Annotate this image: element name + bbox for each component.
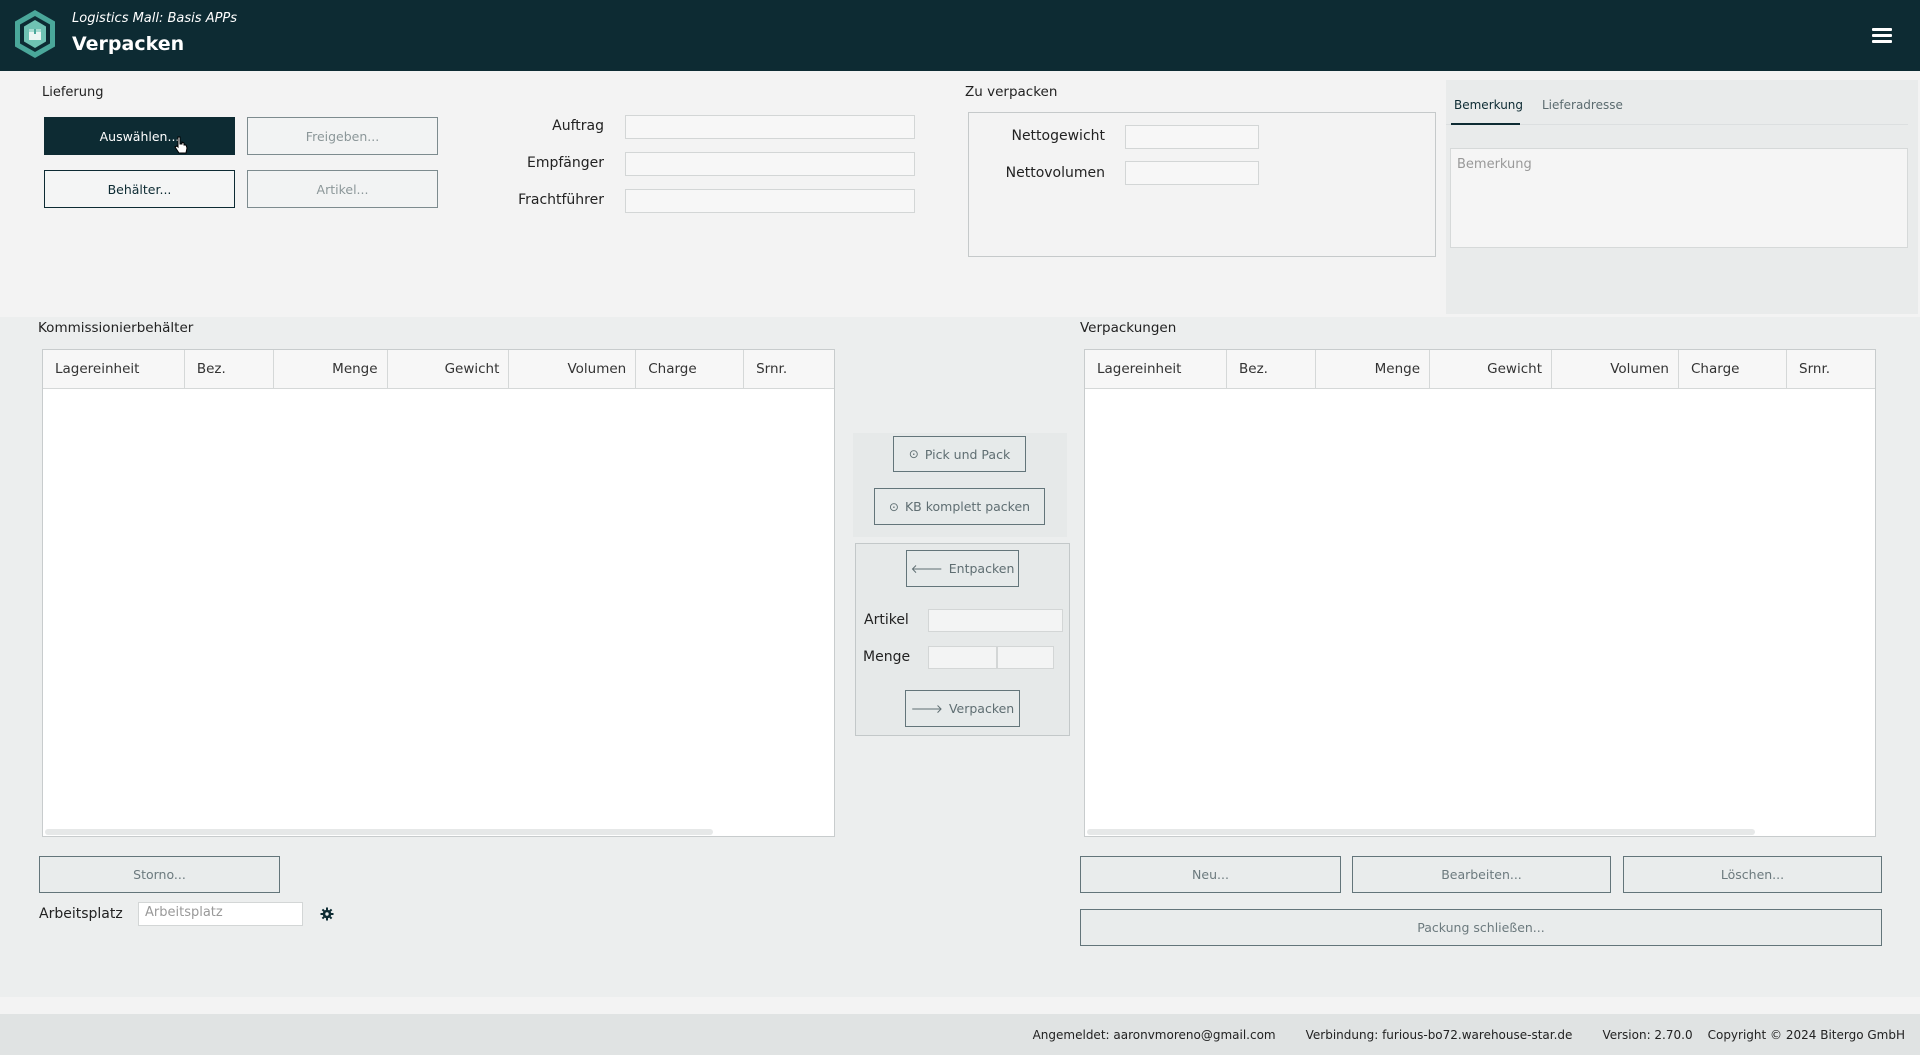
gear-icon[interactable] — [319, 906, 335, 922]
column-header-srnr[interactable]: Srnr. — [744, 350, 834, 388]
bemerkung-textarea[interactable]: Bemerkung — [1450, 148, 1908, 248]
freigeben-button[interactable]: Freigeben... — [247, 117, 438, 155]
app-header — [0, 0, 1920, 71]
kommissionierbehaelter-label: Kommissionierbehälter — [38, 320, 194, 336]
verpackungen-table[interactable]: Lagereinheit Bez. Menge Gewicht Volumen … — [1084, 349, 1876, 837]
neu-button[interactable]: Neu... — [1080, 856, 1341, 893]
frachtfuehrer-label: Frachtführer — [518, 192, 604, 208]
copyright: Copyright © 2024 Bitergo GmbH — [1707, 1027, 1905, 1042]
entpacken-label: Entpacken — [948, 561, 1015, 576]
verpacken-button[interactable]: 🡒 Verpacken — [905, 690, 1020, 727]
pick-und-pack-button[interactable]: ⊙ Pick und Pack — [893, 436, 1026, 472]
empfaenger-field[interactable] — [625, 152, 915, 176]
table-header: Lagereinheit Bez. Menge Gewicht Volumen … — [43, 350, 834, 389]
column-header-volumen[interactable]: Volumen — [509, 350, 637, 388]
tab-lieferadresse[interactable]: Lieferadresse — [1542, 98, 1623, 112]
mid-menge-unit-field[interactable] — [997, 646, 1054, 669]
column-header-volumen[interactable]: Volumen — [1552, 350, 1679, 388]
lieferung-label: Lieferung — [42, 85, 104, 100]
bearbeiten-button[interactable]: Bearbeiten... — [1352, 856, 1611, 893]
column-header-bez[interactable]: Bez. — [1227, 350, 1316, 388]
loeschen-button[interactable]: Löschen... — [1623, 856, 1882, 893]
tab-bemerkung[interactable]: Bemerkung — [1454, 98, 1523, 112]
kb-komplett-packen-label: KB komplett packen — [904, 499, 1031, 514]
storno-button[interactable]: Storno... — [39, 856, 280, 893]
verpacken-label: Verpacken — [948, 701, 1015, 716]
mid-artikel-field[interactable] — [928, 609, 1063, 632]
empfaenger-label: Empfänger — [526, 155, 604, 171]
arrow-left-icon: 🡐 — [910, 562, 943, 576]
version-info: Version: 2.70.0 — [1602, 1027, 1693, 1042]
logged-in-user: Angemeldet: aaronvmoreno@gmail.com — [1032, 1027, 1276, 1042]
kommissionierbehaelter-table[interactable]: Lagereinheit Bez. Menge Gewicht Volumen … — [42, 349, 835, 837]
column-header-charge[interactable]: Charge — [636, 350, 745, 388]
column-header-gewicht[interactable]: Gewicht — [388, 350, 510, 388]
horizontal-scrollbar[interactable] — [1087, 829, 1755, 835]
hamburger-menu-icon[interactable] — [1870, 25, 1894, 47]
auftrag-label: Auftrag — [552, 118, 604, 134]
arbeitsplatz-field[interactable]: Arbeitsplatz — [138, 902, 303, 926]
mid-menge-field[interactable] — [928, 646, 997, 669]
column-header-gewicht[interactable]: Gewicht — [1430, 350, 1552, 388]
column-header-menge[interactable]: Menge — [274, 350, 388, 388]
zu-verpacken-label: Zu verpacken — [965, 84, 1058, 100]
column-header-lagereinheit[interactable]: Lagereinheit — [43, 350, 185, 388]
column-header-menge[interactable]: Menge — [1316, 350, 1430, 388]
mid-artikel-label: Artikel — [864, 612, 909, 628]
circle-arrow-icon: ⊙ — [908, 447, 919, 461]
box-hexagon-icon — [13, 9, 57, 59]
mid-menge-label: Menge — [863, 649, 911, 665]
connection-info: Verbindung: furious-bo72.warehouse-star.… — [1305, 1027, 1573, 1042]
pick-und-pack-label: Pick und Pack — [924, 446, 1011, 462]
status-bar: Angemeldet: aaronvmoreno@gmail.com Verbi… — [0, 1014, 1920, 1055]
nettovolumen-field[interactable] — [1125, 161, 1259, 185]
auftrag-field[interactable] — [625, 115, 915, 139]
column-header-lagereinheit[interactable]: Lagereinheit — [1085, 350, 1227, 388]
active-tab-indicator — [1451, 123, 1520, 125]
nettogewicht-field[interactable] — [1125, 125, 1259, 149]
kb-komplett-packen-button[interactable]: ⊙ KB komplett packen — [874, 488, 1045, 525]
arbeitsplatz-label: Arbeitsplatz — [39, 906, 123, 922]
artikel-button[interactable]: Artikel... — [247, 170, 438, 208]
circle-arrow-icon: ⊙ — [888, 499, 899, 514]
verpackungen-label: Verpackungen — [1080, 320, 1177, 336]
auswaehlen-button[interactable]: Auswählen... — [44, 117, 235, 155]
entpacken-button[interactable]: 🡐 Entpacken — [906, 550, 1019, 587]
behaelter-button[interactable]: Behälter... — [44, 170, 235, 208]
nettogewicht-label: Nettogewicht — [1011, 128, 1105, 144]
nettovolumen-label: Nettovolumen — [1005, 165, 1105, 181]
table-header: Lagereinheit Bez. Menge Gewicht Volumen … — [1085, 350, 1875, 389]
arrow-right-icon: 🡒 — [910, 702, 943, 716]
horizontal-scrollbar[interactable] — [45, 829, 713, 835]
column-header-srnr[interactable]: Srnr. — [1787, 350, 1875, 388]
packung-schliessen-button[interactable]: Packung schließen... — [1080, 909, 1882, 946]
column-header-charge[interactable]: Charge — [1679, 350, 1787, 388]
column-header-bez[interactable]: Bez. — [185, 350, 274, 388]
frachtfuehrer-field[interactable] — [625, 189, 915, 213]
page-title: Verpacken — [72, 33, 185, 55]
cursor-hand-icon — [174, 136, 188, 156]
app-subtitle: Logistics Mall: Basis APPs — [72, 11, 238, 26]
footer-spacer — [0, 997, 1920, 1014]
